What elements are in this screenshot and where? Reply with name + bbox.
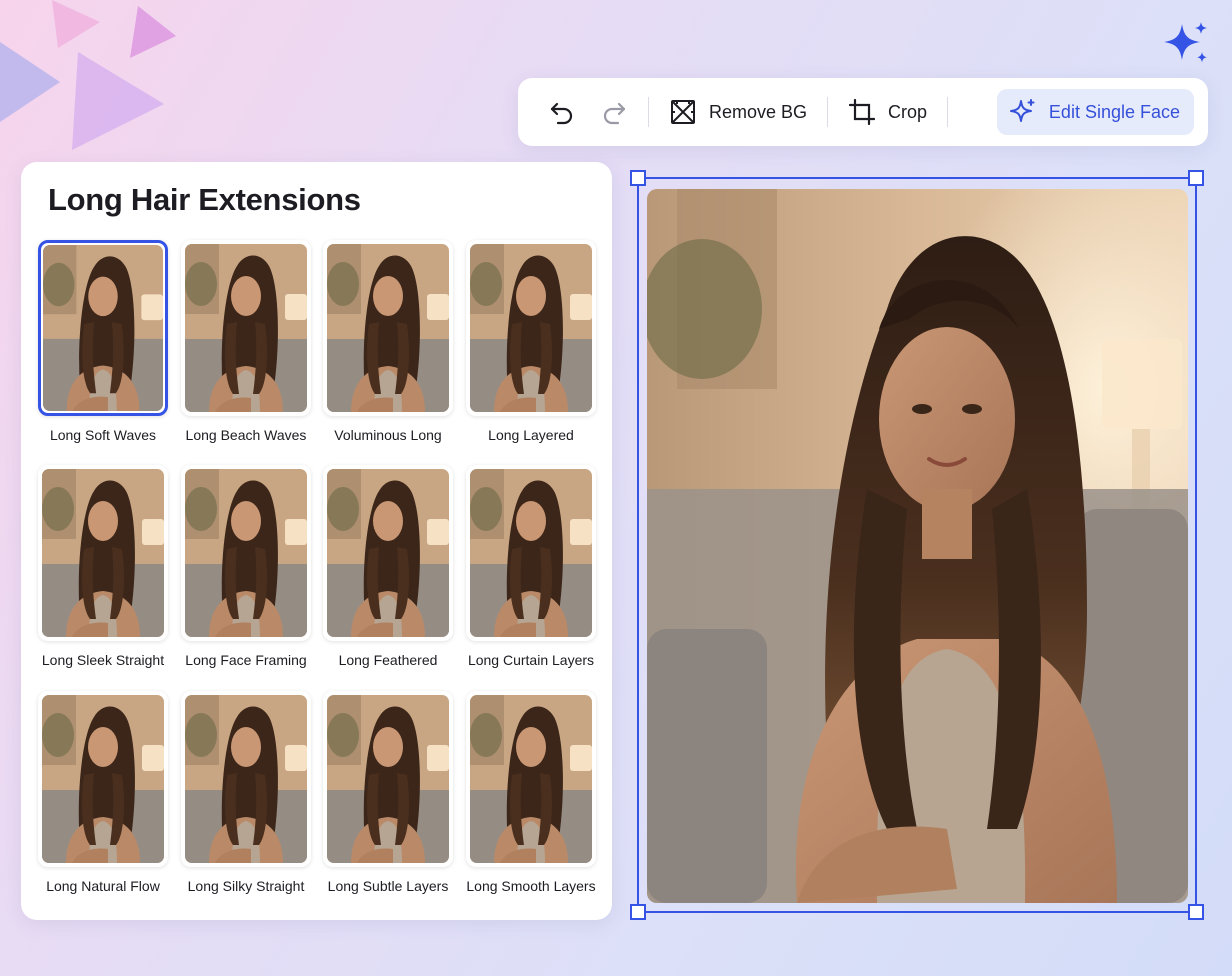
sparkle-icon [1009,98,1037,126]
style-card[interactable]: Long Smooth Layers [466,691,596,894]
style-thumbnail [181,691,311,867]
style-label: Long Sleek Straight [41,652,165,668]
style-card[interactable]: Long Subtle Layers [323,691,453,894]
style-thumbnail [181,465,311,641]
toolbar-divider [827,97,829,127]
style-thumbnail [38,691,168,867]
style-thumbnail [466,465,596,641]
style-card[interactable]: Long Sleek Straight [38,465,168,668]
style-label: Long Curtain Layers [467,652,595,668]
style-label: Long Layered [488,427,574,443]
resize-handle-top-right[interactable] [1188,170,1204,186]
resize-handle-bottom-right[interactable] [1188,904,1204,920]
resize-handle-bottom-left[interactable] [630,904,646,920]
style-card[interactable]: Long Curtain Layers [466,465,596,668]
remove-bg-label: Remove BG [709,101,808,122]
style-label: Long Subtle Layers [327,878,449,894]
style-card[interactable]: Long Silky Straight [181,691,311,894]
selection-frame[interactable] [630,170,1204,920]
hairstyle-panel: Long Hair Extensions Long Soft Waves Lon… [21,162,612,920]
style-label: Long Smooth Layers [466,878,596,894]
redo-icon [600,98,628,126]
style-card[interactable]: Long Soft Waves [38,240,168,443]
panel-title: Long Hair Extensions [48,182,361,217]
style-label: Long Feathered [338,652,438,668]
style-card[interactable]: Long Natural Flow [38,691,168,894]
style-thumbnail [466,691,596,867]
style-thumbnail [323,465,453,641]
crop-label: Crop [888,101,928,122]
editor-toolbar: Remove BG Crop Edit Single Face [518,78,1208,146]
style-label: Long Natural Flow [46,878,160,894]
toolbar-divider [947,97,949,127]
style-thumbnail [466,240,596,416]
style-label: Long Soft Waves [49,427,157,443]
style-card[interactable]: Long Layered [466,240,596,443]
sparkle-decoration-icon [1164,22,1207,63]
remove-bg-button[interactable]: Remove BG [669,98,807,126]
style-card[interactable]: Voluminous Long [323,240,453,443]
undo-icon [548,98,576,126]
undo-button[interactable] [548,98,576,126]
style-thumbnail [323,691,453,867]
style-card[interactable]: Long Feathered [323,465,453,668]
redo-button[interactable] [600,98,628,126]
style-thumbnail [38,465,168,641]
style-label: Voluminous Long [334,427,442,443]
style-thumbnail [323,240,453,416]
decorative-triangles [0,0,176,150]
toolbar-divider [648,97,649,127]
style-thumbnail [38,240,168,416]
resize-handle-top-left[interactable] [630,170,646,186]
main-portrait-photo [647,189,1188,903]
edit-single-face-label: Edit Single Face [1048,101,1180,122]
crop-icon [848,98,876,126]
style-label: Long Silky Straight [187,878,305,894]
style-card[interactable]: Long Beach Waves [181,240,311,443]
remove-bg-icon [669,98,697,126]
style-card[interactable]: Long Face Framing [181,465,311,668]
style-label: Long Face Framing [185,652,307,668]
crop-button[interactable]: Crop [848,98,927,126]
edit-single-face-button[interactable]: Edit Single Face [996,89,1194,135]
style-label: Long Beach Waves [185,427,307,443]
style-thumbnail [181,240,311,416]
